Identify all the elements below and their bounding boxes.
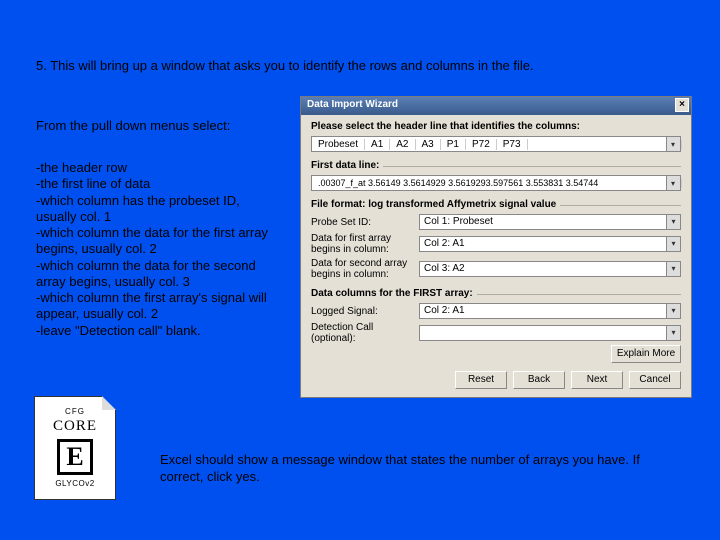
logged-signal-select[interactable]: Col 2: A1 ▾ — [419, 303, 681, 319]
select-value: Col 2: A1 — [424, 305, 465, 316]
first-data-line-select[interactable]: .00307_f_at 3.56149 3.5614929 3.5619293.… — [311, 175, 681, 191]
field-label: Data for first array begins in column: — [311, 233, 419, 255]
bullet-item: -which column the first array's signal w… — [36, 290, 281, 323]
explain-more-button[interactable]: Explain More — [611, 345, 681, 363]
probe-set-id-select[interactable]: Col 1: Probeset ▾ — [419, 214, 681, 230]
first-array-col-select[interactable]: Col 2: A1 ▾ — [419, 236, 681, 252]
section-header-line: Please select the header line that ident… — [311, 121, 681, 132]
chevron-down-icon[interactable]: ▾ — [666, 137, 680, 151]
header-columns-select[interactable]: Probeset A1 A2 A3 P1 P72 P73 ▾ — [311, 136, 681, 152]
header-col: A2 — [390, 139, 415, 150]
field-label: Logged Signal: — [311, 306, 419, 317]
first-array-col-row: Data for first array begins in column: C… — [311, 233, 681, 255]
chevron-down-icon[interactable]: ▾ — [666, 304, 680, 318]
chevron-down-icon[interactable]: ▾ — [666, 215, 680, 229]
select-value: Col 2: A1 — [424, 238, 465, 249]
cfg-core-logo: CFG CORE E GLYCOv2 — [34, 396, 116, 500]
cancel-button[interactable]: Cancel — [629, 371, 681, 389]
logged-signal-row: Logged Signal: Col 2: A1 ▾ — [311, 303, 681, 319]
bullet-item: -which column the data for the second ar… — [36, 258, 281, 291]
back-button[interactable]: Back — [513, 371, 565, 389]
logo-core: CORE — [35, 418, 115, 435]
next-button[interactable]: Next — [571, 371, 623, 389]
chevron-down-icon[interactable]: ▾ — [666, 326, 680, 340]
field-label: Data for second array begins in column: — [311, 258, 419, 280]
wizard-button-row: Reset Back Next Cancel — [455, 371, 681, 389]
footer-instruction: Excel should show a message window that … — [160, 452, 660, 486]
select-value: Col 3: A2 — [424, 263, 465, 274]
header-col: P1 — [441, 139, 466, 150]
wizard-titlebar[interactable]: Data Import Wizard × — [301, 97, 691, 115]
field-label: Probe Set ID: — [311, 217, 419, 228]
step-instruction: 5. This will bring up a window that asks… — [36, 58, 534, 73]
logo-letter: E — [57, 439, 93, 475]
file-format-label: File format: log transformed Affymetrix … — [311, 199, 681, 210]
bullet-item: -which column the data for the first arr… — [36, 225, 281, 258]
first-data-line-label: First data line: — [311, 160, 681, 171]
first-data-value: .00307_f_at 3.56149 3.5614929 3.5619293.… — [312, 178, 604, 188]
probe-set-id-row: Probe Set ID: Col 1: Probeset ▾ — [311, 214, 681, 230]
pulldown-instruction: From the pull down menus select: — [36, 118, 230, 133]
bullet-item: -the header row — [36, 160, 281, 176]
second-array-col-row: Data for second array begins in column: … — [311, 258, 681, 280]
reset-button[interactable]: Reset — [455, 371, 507, 389]
field-label: Detection Call (optional): — [311, 322, 419, 344]
bullet-item: -which column has the probeset ID, usual… — [36, 193, 281, 226]
data-import-wizard: Data Import Wizard × Please select the h… — [300, 96, 692, 398]
bullet-item: -leave "Detection call" blank. — [36, 323, 281, 339]
page-fold-icon — [102, 396, 116, 410]
select-value: Col 1: Probeset — [424, 216, 493, 227]
bullet-item: -the first line of data — [36, 176, 281, 192]
logo-glyco: GLYCOv2 — [35, 479, 115, 488]
header-col: P73 — [497, 139, 528, 150]
header-col: A3 — [416, 139, 441, 150]
wizard-title: Data Import Wizard — [307, 99, 398, 110]
chevron-down-icon[interactable]: ▾ — [666, 262, 680, 276]
chevron-down-icon[interactable]: ▾ — [666, 176, 680, 190]
header-col: P72 — [466, 139, 497, 150]
detection-call-row: Detection Call (optional): ▾ — [311, 322, 681, 344]
second-array-col-select[interactable]: Col 3: A2 ▾ — [419, 261, 681, 277]
header-col: A1 — [365, 139, 390, 150]
bullet-list: -the header row -the first line of data … — [36, 160, 281, 339]
first-array-cols-label: Data columns for the FIRST array: — [311, 288, 681, 299]
header-col: Probeset — [312, 139, 365, 150]
chevron-down-icon[interactable]: ▾ — [666, 237, 680, 251]
close-icon[interactable]: × — [675, 98, 689, 112]
detection-call-select[interactable]: ▾ — [419, 325, 681, 341]
